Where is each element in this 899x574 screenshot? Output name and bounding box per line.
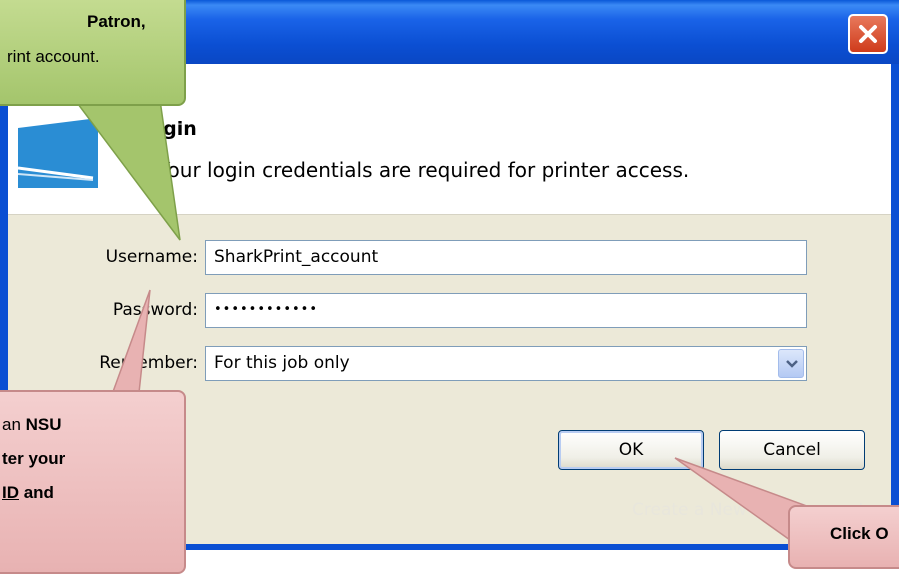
green-callout-line1: Patron,	[87, 12, 146, 31]
pink-callout-line1: an NSU	[2, 415, 62, 434]
pink-callout: an NSU ter your ID and	[0, 390, 186, 574]
click-callout: Click O	[788, 505, 899, 569]
green-callout-pointer	[73, 99, 181, 241]
green-callout: Patron, rint account.	[0, 0, 186, 106]
pink-callout-line2: ter your	[2, 449, 66, 468]
click-callout-label: Click O	[830, 524, 889, 543]
pink-callout-line3: ID and	[2, 483, 54, 502]
green-callout-line2: rint account.	[7, 47, 100, 66]
